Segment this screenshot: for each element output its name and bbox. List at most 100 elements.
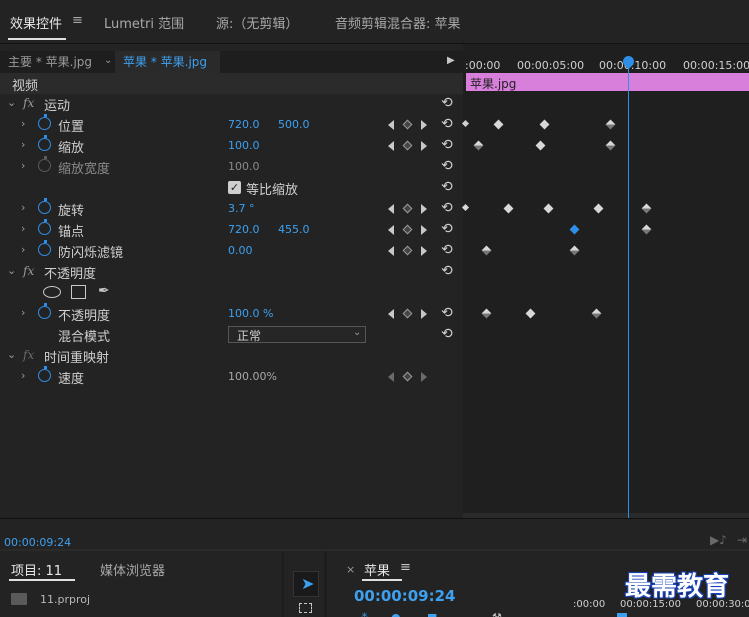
fx-icon[interactable]: fx (23, 264, 34, 278)
blend-mode-value: 正常 (237, 329, 262, 343)
keyframe-timeline[interactable]: :00:00 00:00:05:00 00:00:10:00 00:00:15:… (463, 44, 749, 528)
keyframe-navigator[interactable] (388, 119, 430, 131)
sequence-tab-name[interactable]: 苹果 (364, 560, 390, 579)
opacity-label: 不透明度 (58, 309, 111, 324)
link-icon[interactable]: ● (391, 611, 401, 617)
flicker-label: 防闪烁滤镜 (58, 246, 124, 261)
motion-row[interactable]: ⌄ fx 运动 ⟲ (0, 93, 463, 114)
reset-icon[interactable]: ⟲ (441, 263, 453, 279)
clip-bar-label: 苹果.jpg (470, 77, 517, 91)
tab-effect-controls[interactable]: 效果控件 (10, 13, 62, 32)
fx-icon[interactable]: fx (23, 96, 34, 110)
stopwatch-icon[interactable] (38, 135, 51, 151)
time-remap-row[interactable]: ⌄ fx 时间重映射 (0, 345, 463, 366)
marker-icon[interactable]: ■ (427, 611, 437, 617)
keyframe-navigator[interactable] (388, 245, 430, 257)
keyframe-navigator[interactable] (388, 224, 430, 236)
scale-width-row: › 缩放宽度 100.0 ⟲ (0, 156, 463, 177)
close-icon[interactable]: × (346, 563, 355, 576)
master-clip-tab[interactable]: 主要 * 苹果.jpg (0, 51, 100, 73)
twirl-down-icon[interactable]: ⌄ (7, 348, 16, 361)
scale-label: 缩放 (58, 141, 85, 156)
reset-icon[interactable]: ⟲ (441, 305, 453, 321)
tab-media-browser[interactable]: 媒体浏览器 (100, 560, 165, 579)
project-file-name[interactable]: 11.prproj (40, 593, 90, 606)
tab-project[interactable]: 项目: 11 (11, 560, 62, 579)
speed-value[interactable]: 100.00% (228, 370, 277, 383)
twirl-right-icon[interactable]: › (21, 243, 25, 256)
twirl-right-icon[interactable]: › (21, 369, 25, 382)
stopwatch-icon[interactable] (38, 198, 51, 214)
position-y-value[interactable]: 500.0 (278, 118, 310, 131)
play-audio-icon[interactable]: ▶♪ (710, 533, 727, 547)
stopwatch-icon[interactable] (38, 303, 51, 319)
tab-lumetri[interactable]: Lumetri 范围 (104, 13, 184, 32)
position-x-value[interactable]: 720.0 (228, 118, 260, 131)
tab-source[interactable]: 源:（无剪辑） (216, 13, 298, 32)
blend-mode-label: 混合模式 (58, 330, 111, 345)
scale-row: › 缩放 100.0 ⟲ (0, 135, 463, 156)
twirl-right-icon[interactable]: › (21, 222, 25, 235)
rectangle-mask-icon[interactable] (71, 285, 86, 299)
scale-width-label: 缩放宽度 (58, 162, 111, 177)
opacity-group-label: 不透明度 (44, 267, 97, 282)
snap-icon[interactable]: ⁂ (359, 611, 370, 617)
reset-icon[interactable]: ⟲ (441, 200, 453, 216)
clip-bar[interactable]: 苹果.jpg (466, 73, 749, 91)
reset-icon[interactable]: ⟲ (441, 158, 453, 174)
rotation-value[interactable]: 3.7 ° (228, 202, 255, 215)
panel-menu-icon[interactable]: ≡ (400, 560, 411, 575)
keyframe-navigator[interactable] (388, 140, 430, 152)
time-tick: 00:00:15:00 (683, 59, 749, 72)
track-select-icon[interactable] (299, 603, 312, 613)
twirl-down-icon[interactable]: ⌄ (7, 264, 16, 277)
mask-tools-row: ✒ (0, 282, 463, 303)
reset-icon[interactable]: ⟲ (441, 326, 453, 342)
tab-audio-mixer[interactable]: 音频剪辑混合器: 苹果 (335, 13, 461, 32)
twirl-right-icon[interactable]: › (21, 117, 25, 130)
play-triangle-icon[interactable]: ▶ (447, 55, 455, 66)
uniform-scale-checkbox[interactable]: ✓ (228, 181, 241, 194)
chevron-down-icon[interactable]: ⌄ (104, 55, 112, 66)
wrench-icon[interactable]: ⚒ (492, 611, 502, 617)
reset-icon[interactable]: ⟲ (441, 95, 453, 111)
keyframe-navigator[interactable] (388, 203, 430, 215)
reset-icon[interactable]: ⟲ (441, 221, 453, 237)
twirl-right-icon[interactable]: › (21, 306, 25, 319)
reset-icon[interactable]: ⟲ (441, 116, 453, 132)
keyframe-navigator[interactable] (388, 371, 430, 383)
current-timecode[interactable]: 00:00:09:24 (4, 536, 71, 549)
sequence-timecode[interactable]: 00:00:09:24 (354, 587, 456, 605)
stopwatch-icon[interactable] (38, 240, 51, 256)
anchor-row: › 锚点 720.0 455.0 ⟲ (0, 219, 463, 240)
selection-tool-button[interactable]: ➤ (293, 571, 319, 597)
anchor-x-value[interactable]: 720.0 (228, 223, 260, 236)
anchor-y-value[interactable]: 455.0 (278, 223, 310, 236)
twirl-right-icon[interactable]: › (21, 159, 25, 172)
stopwatch-icon[interactable] (38, 366, 51, 382)
fx-icon: fx (23, 348, 35, 362)
stopwatch-icon[interactable] (38, 219, 51, 235)
rotation-label: 旋转 (58, 204, 85, 219)
playhead-line (628, 62, 629, 518)
pen-mask-icon[interactable]: ✒ (98, 283, 110, 299)
twirl-right-icon[interactable]: › (21, 201, 25, 214)
reset-icon[interactable]: ⟲ (441, 137, 453, 153)
stopwatch-icon[interactable] (38, 114, 51, 130)
opacity-value[interactable]: 100.0 % (228, 307, 273, 320)
ellipse-mask-icon[interactable] (43, 286, 61, 298)
panel-menu-icon[interactable]: ≡ (72, 13, 83, 28)
chevron-down-icon: ⌄ (353, 327, 362, 338)
clip-tab[interactable]: 苹果 * 苹果.jpg (115, 51, 220, 73)
twirl-down-icon[interactable]: ⌄ (7, 96, 16, 109)
reset-icon[interactable]: ⟲ (441, 179, 453, 195)
flicker-value[interactable]: 0.00 (228, 244, 253, 257)
opacity-group-row[interactable]: ⌄ fx 不透明度 ⟲ (0, 261, 463, 282)
blend-mode-select[interactable]: 正常 ⌄ (228, 326, 366, 343)
scale-value[interactable]: 100.0 (228, 139, 260, 152)
export-icon[interactable]: ⇥ (737, 533, 747, 547)
reset-icon[interactable]: ⟲ (441, 242, 453, 258)
twirl-right-icon[interactable]: › (21, 138, 25, 151)
keyframe-navigator[interactable] (388, 308, 430, 320)
sequence-playhead[interactable] (617, 613, 627, 617)
